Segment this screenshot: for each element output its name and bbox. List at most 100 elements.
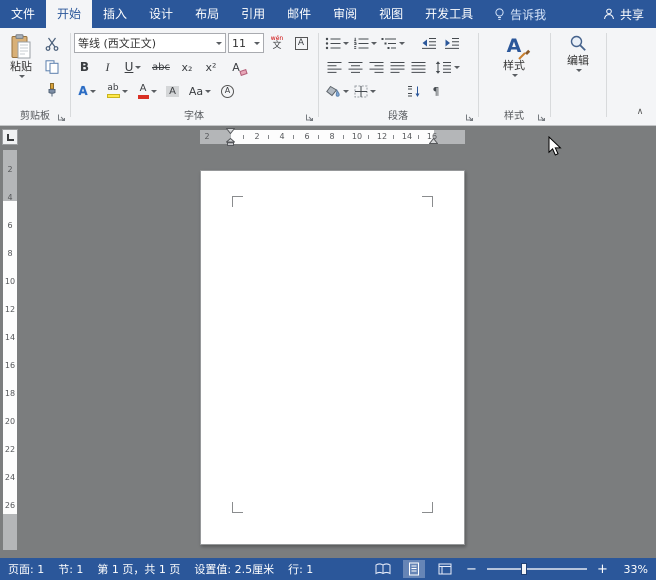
superscript-button[interactable]: x² [200, 57, 222, 77]
zoom-level[interactable]: 33% [618, 563, 648, 576]
status-line[interactable]: 行: 1 [288, 561, 313, 577]
show-marks-button[interactable]: ¶ [426, 81, 446, 101]
collapse-ribbon-button[interactable]: ∧ [630, 105, 650, 119]
zoom-in-button[interactable]: + [596, 563, 609, 576]
h-ruler-number: 6 [304, 133, 309, 141]
numbering-button[interactable] [352, 33, 378, 53]
dialog-launcher-icon [305, 113, 314, 122]
shading-button[interactable] [324, 81, 350, 101]
styles-button[interactable]: A 样式 [488, 32, 540, 102]
italic-button[interactable]: I [97, 57, 118, 77]
read-mode-button[interactable] [372, 560, 394, 578]
font-name-combo[interactable]: 等线 (西文正文) [74, 33, 226, 53]
subscript-button[interactable]: x₂ [176, 57, 198, 77]
change-case-button[interactable]: Aa [185, 81, 215, 101]
tab-design[interactable]: 设计 [138, 0, 184, 28]
tell-me-lightbulb-icon [494, 8, 505, 21]
tab-file[interactable]: 文件 [0, 0, 46, 28]
line-spacing-button[interactable] [434, 57, 460, 77]
increase-indent-button[interactable] [441, 33, 462, 53]
copy-button[interactable] [42, 57, 62, 77]
enclose-character-button[interactable]: A [217, 81, 238, 101]
tab-references[interactable]: 引用 [230, 0, 276, 28]
v-ruler-number: 24 [3, 474, 17, 482]
tab-insert[interactable]: 插入 [92, 0, 138, 28]
v-ruler-number: 2 [3, 166, 17, 174]
clear-formatting-button[interactable]: A [224, 57, 248, 77]
status-setting[interactable]: 设置值: 2.5厘米 [194, 561, 274, 577]
hanging-indent-marker[interactable] [226, 138, 235, 146]
font-color-button[interactable]: A [134, 81, 160, 101]
tab-selector[interactable] [2, 129, 18, 145]
tab-home[interactable]: 开始 [46, 0, 92, 28]
phonetic-guide-button[interactable]: wén 文 [266, 33, 288, 53]
status-page-of-total[interactable]: 第 1 页，共 1 页 [97, 561, 180, 577]
phonetic-base-text: 文 [272, 42, 281, 51]
tell-me[interactable]: 告诉我 [484, 0, 556, 28]
styles-dialog-launcher[interactable] [536, 112, 547, 123]
tab-developer[interactable]: 开发工具 [414, 0, 484, 28]
underline-button[interactable]: U [120, 57, 146, 77]
v-ruler-number: 14 [3, 334, 17, 342]
subscript-icon: x₂ [182, 61, 193, 74]
justify-button[interactable] [387, 57, 407, 77]
web-page-icon [438, 563, 452, 575]
dialog-launcher-icon [57, 113, 66, 122]
status-page[interactable]: 页面: 1 [8, 561, 44, 577]
multilevel-list-button[interactable] [380, 33, 406, 53]
chevron-down-icon [371, 42, 377, 45]
clipboard-dialog-launcher[interactable] [56, 112, 67, 123]
bold-button[interactable]: B [74, 57, 95, 77]
share-label: 共享 [620, 6, 644, 23]
align-right-button[interactable] [366, 57, 386, 77]
cut-button[interactable] [42, 34, 62, 54]
zoom-slider[interactable] [487, 568, 587, 570]
web-layout-button[interactable] [434, 560, 456, 578]
styles-group: A 样式 样式 [478, 28, 550, 126]
character-border-icon: A [295, 37, 308, 50]
paste-button[interactable]: 粘贴 [3, 32, 39, 102]
pilcrow-icon: ¶ [433, 85, 440, 98]
decrease-indent-button[interactable] [418, 33, 439, 53]
first-line-indent-marker[interactable] [226, 128, 235, 134]
zoom-slider-thumb[interactable] [521, 563, 527, 575]
tab-view[interactable]: 视图 [368, 0, 414, 28]
format-painter-button[interactable] [42, 80, 62, 100]
text-highlight-button[interactable]: ab [102, 81, 132, 101]
font-dialog-launcher[interactable] [304, 112, 315, 123]
bullets-button[interactable] [324, 33, 350, 53]
editing-button[interactable]: 编辑 [554, 32, 602, 102]
borders-button[interactable] [352, 81, 378, 101]
print-layout-button[interactable] [403, 560, 425, 578]
tab-mailings[interactable]: 邮件 [276, 0, 322, 28]
document-page[interactable] [200, 170, 465, 545]
chevron-down-icon [216, 42, 222, 45]
document-workspace: 2 2 4 6 8 10 12 14 16 2 4 6 8 10 12 14 1… [0, 126, 656, 558]
distribute-button[interactable] [408, 57, 428, 77]
character-shading-button[interactable]: A [162, 81, 183, 101]
margin-mark-bottom-left [232, 502, 243, 513]
font-size-combo[interactable]: 11 [228, 33, 264, 53]
strikethrough-button[interactable]: abc [148, 57, 174, 77]
align-left-icon [327, 61, 342, 74]
copy-icon [45, 60, 59, 74]
sort-icon [406, 85, 421, 98]
text-effects-button[interactable]: A [74, 81, 100, 101]
page-icon [408, 562, 420, 576]
chevron-down-icon [370, 90, 376, 93]
status-section[interactable]: 节: 1 [58, 561, 83, 577]
paragraph-dialog-launcher[interactable] [464, 112, 475, 123]
increase-indent-icon [444, 37, 460, 50]
horizontal-ruler: 2 2 4 6 8 10 12 14 16 [200, 130, 465, 144]
align-left-button[interactable] [324, 57, 344, 77]
tab-review[interactable]: 审阅 [322, 0, 368, 28]
v-ruler-number: 18 [3, 390, 17, 398]
tab-layout[interactable]: 布局 [184, 0, 230, 28]
zoom-out-button[interactable]: − [465, 563, 478, 576]
align-center-button[interactable] [345, 57, 365, 77]
character-border-button[interactable]: A [290, 33, 312, 53]
text-effects-icon: A [78, 84, 87, 98]
share-button[interactable]: 共享 [591, 0, 656, 28]
sort-button[interactable] [402, 81, 424, 101]
v-ruler-number: 6 [3, 222, 17, 230]
